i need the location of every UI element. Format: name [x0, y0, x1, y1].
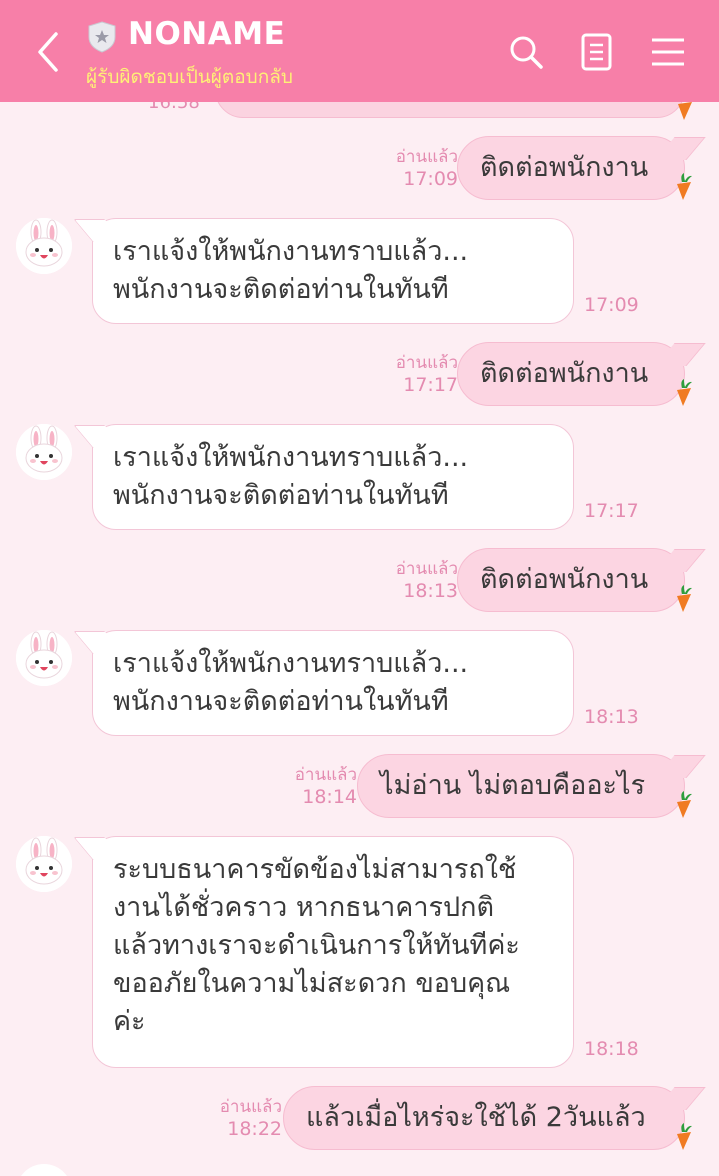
read-receipt: อ่านแล้ว	[395, 147, 458, 167]
bunny-avatar-icon[interactable]	[16, 218, 72, 274]
menu-icon[interactable]	[648, 32, 688, 72]
message-time: 17:17	[403, 374, 458, 396]
read-receipt: อ่านแล้ว	[294, 765, 357, 785]
message-time: 17:17	[584, 500, 639, 522]
message-meta: อ่านแล้ว 18:22	[220, 1096, 282, 1140]
message-time: 18:13	[584, 706, 639, 728]
message-meta: อ่านแล้ว 18:14	[295, 764, 357, 808]
message-list[interactable]: 16:58 อ่านแล้ว 17:09 ติดต่อพนักงาน เราแจ…	[0, 0, 719, 1176]
notes-icon[interactable]	[577, 32, 617, 72]
outgoing-bubble[interactable]: ไม่อ่าน ไม่ตอบคืออะไร	[357, 754, 685, 818]
message-meta: อ่านแล้ว 17:17	[396, 352, 458, 396]
outgoing-bubble[interactable]: ติดต่อพนักงาน	[457, 342, 685, 406]
message-time: 18:13	[403, 580, 458, 602]
incoming-bubble[interactable]: เราแจ้งให้พนักงานทราบแล้ว... พนักงานจะติ…	[92, 630, 574, 736]
message-time: 18:22	[227, 1118, 282, 1140]
bunny-avatar-icon[interactable]	[16, 836, 72, 892]
chat-subtitle: ผู้รับผิดชอบเป็นผู้ตอบกลับ	[86, 66, 293, 88]
bunny-avatar-icon[interactable]	[16, 424, 72, 480]
outgoing-bubble[interactable]: ติดต่อพนักงาน	[457, 548, 685, 612]
bunny-avatar-icon[interactable]	[16, 630, 72, 686]
carrot-sticker-icon	[677, 173, 692, 200]
carrot-sticker-icon	[677, 791, 692, 818]
message-meta: อ่านแล้ว 18:13	[396, 558, 458, 602]
carrot-sticker-icon	[677, 1123, 692, 1150]
read-receipt: อ่านแล้ว	[219, 1097, 282, 1117]
message-meta: อ่านแล้ว 17:09	[396, 146, 458, 190]
read-receipt: อ่านแล้ว	[395, 353, 458, 373]
incoming-bubble[interactable]: เราแจ้งให้พนักงานทราบแล้ว... พนักงานจะติ…	[92, 424, 574, 530]
read-receipt: อ่านแล้ว	[395, 559, 458, 579]
outgoing-bubble[interactable]: ติดต่อพนักงาน	[457, 136, 685, 200]
carrot-sticker-icon	[677, 585, 692, 612]
chat-screen: 16:58 อ่านแล้ว 17:09 ติดต่อพนักงาน เราแจ…	[0, 0, 719, 1176]
message-time: 17:09	[403, 168, 458, 190]
message-time: 18:14	[302, 786, 357, 808]
chat-header: NONAME ผู้รับผิดชอบเป็นผู้ตอบกลับ	[0, 0, 719, 102]
message-time: 17:09	[584, 294, 639, 316]
bunny-avatar-icon[interactable]	[16, 1164, 72, 1176]
message-time: 18:18	[584, 1038, 639, 1060]
outgoing-bubble[interactable]: แล้วเมื่อไหร่จะใช้ได้ 2วันแล้ว	[283, 1086, 685, 1150]
chat-title: NONAME	[128, 16, 286, 52]
incoming-bubble[interactable]: เราแจ้งให้พนักงานทราบแล้ว... พนักงานจะติ…	[92, 218, 574, 324]
shield-star-icon	[88, 21, 116, 53]
back-arrow-icon[interactable]	[28, 28, 68, 76]
search-icon[interactable]	[506, 32, 546, 72]
carrot-sticker-icon	[677, 379, 692, 406]
incoming-bubble[interactable]: ระบบธนาคารขัดข้องไม่สามารถใช้ งานได้ชั่ว…	[92, 836, 574, 1068]
